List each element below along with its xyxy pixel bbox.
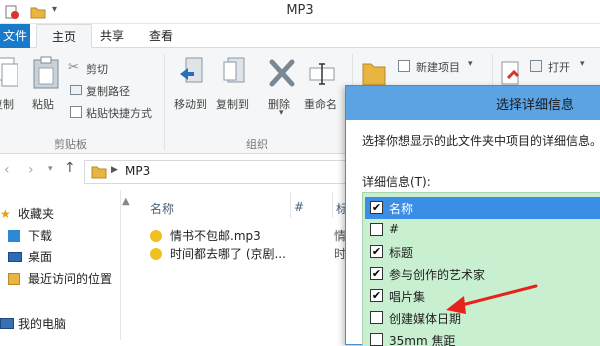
recent-places-icon xyxy=(8,273,20,285)
folder-icon xyxy=(91,166,107,179)
scissors-icon: ✂ xyxy=(68,60,79,75)
window-title: MP3 xyxy=(286,3,314,18)
details-list[interactable]: ✔ 名称 # ✔ 标题 ✔ 参与创作的艺术家 ✔ 唱片集 创建媒体日期 35mm… xyxy=(362,192,600,346)
nav-favorites-label: 收藏夹 xyxy=(18,207,55,221)
audio-file-icon xyxy=(150,230,162,242)
details-item-label: 唱片集 xyxy=(389,290,426,304)
checkbox[interactable] xyxy=(370,311,383,324)
details-item-label: 35mm 焦距 xyxy=(389,334,456,346)
computer-icon xyxy=(0,318,14,329)
open-button[interactable]: 打开 ▾ xyxy=(530,58,600,76)
tab-view[interactable]: 查看 xyxy=(138,24,184,48)
title-bar: ▾ MP3 xyxy=(0,0,600,24)
forward-icon[interactable]: › xyxy=(28,162,34,178)
new-item-button[interactable]: 新建项目 ▾ xyxy=(398,58,488,76)
navigation-pane: ★ 收藏夹 下载 桌面 最近访问的位置 我的电脑 xyxy=(0,196,120,340)
ribbon-tabbar: 文件 主页 共享 查看 xyxy=(0,24,600,48)
paste-icon xyxy=(33,56,59,89)
delete-button[interactable]: 删除 ▾ xyxy=(264,56,300,126)
dialog-title: 选择详细信息 xyxy=(496,98,575,113)
ribbon-separator xyxy=(164,54,165,150)
details-item-focal-length[interactable]: 35mm 焦距 xyxy=(365,329,600,346)
new-folder-large-icon[interactable] xyxy=(362,58,386,86)
file-name: 情书不包邮.mp3 xyxy=(170,229,261,243)
checkbox[interactable]: ✔ xyxy=(370,267,383,280)
tab-file[interactable]: 文件 xyxy=(0,24,30,48)
rename-label: 重命名 xyxy=(304,98,337,111)
checkbox[interactable]: ✔ xyxy=(370,201,383,214)
properties-large-icon[interactable] xyxy=(500,60,524,88)
copy-button[interactable]: 复制 xyxy=(0,56,20,126)
dialog-description: 选择你想显示的此文件夹中项目的详细信息。 xyxy=(362,134,600,148)
checkbox[interactable]: ✔ xyxy=(370,245,383,258)
rename-icon xyxy=(309,63,335,85)
paste-shortcut-button[interactable]: 粘贴快捷方式 xyxy=(68,104,168,122)
up-icon[interactable]: ↑ xyxy=(64,160,76,176)
tab-share[interactable]: 共享 xyxy=(92,24,132,48)
open-icon xyxy=(530,60,542,72)
tab-home[interactable]: 主页 xyxy=(36,24,92,48)
move-to-icon xyxy=(180,57,203,83)
cut-label: 剪切 xyxy=(86,63,108,76)
column-name[interactable]: 名称 xyxy=(150,200,174,217)
nav-desktop-label: 桌面 xyxy=(28,250,53,264)
copy-icon xyxy=(0,57,18,87)
nav-downloads-label: 下载 xyxy=(28,229,53,243)
dialog-title-bar[interactable]: 选择详细信息 xyxy=(346,86,600,120)
back-icon[interactable]: ‹ xyxy=(4,162,10,178)
move-to-button[interactable]: 移动到 xyxy=(172,56,212,126)
paste-label: 粘贴 xyxy=(32,98,54,111)
column-divider[interactable] xyxy=(332,192,333,218)
details-item-number[interactable]: # xyxy=(365,219,600,241)
copy-path-button[interactable]: 复制路径 xyxy=(68,82,158,100)
column-header-row: 名称 # 标 xyxy=(120,192,370,218)
details-item-label: 标题 xyxy=(389,246,414,260)
cut-button[interactable]: ✂ 剪切 xyxy=(68,60,148,78)
downloads-icon xyxy=(8,230,20,242)
new-item-icon xyxy=(398,60,410,72)
copy-path-label: 复制路径 xyxy=(86,85,130,98)
rename-button[interactable]: 重命名 xyxy=(302,56,342,126)
recent-dropdown-icon[interactable]: ▾ xyxy=(48,164,53,174)
checkbox[interactable]: ✔ xyxy=(370,289,383,302)
new-item-dropdown-icon: ▾ xyxy=(468,59,473,69)
nav-recent-label: 最近访问的位置 xyxy=(28,272,113,286)
paste-shortcut-label: 粘贴快捷方式 xyxy=(86,107,152,120)
copy-to-button[interactable]: 复制到 xyxy=(214,56,254,126)
audio-file-icon xyxy=(150,248,162,260)
desktop-icon xyxy=(8,252,22,262)
open-dropdown-icon: ▾ xyxy=(580,59,585,69)
paste-shortcut-icon xyxy=(70,106,82,118)
paste-button[interactable]: 粘贴 xyxy=(28,56,62,126)
new-item-label: 新建项目 xyxy=(416,61,460,74)
breadcrumb-chevron-icon[interactable]: ▶ xyxy=(111,165,118,175)
breadcrumb-current[interactable]: MP3 xyxy=(125,164,150,178)
copy-label: 复制 xyxy=(0,98,14,111)
copy-to-label: 复制到 xyxy=(216,98,249,111)
column-number[interactable]: # xyxy=(294,200,304,214)
annotation-arrow-icon xyxy=(446,284,538,314)
details-item-label: 名称 xyxy=(389,202,414,216)
delete-dropdown-icon[interactable]: ▾ xyxy=(279,108,284,118)
delete-icon xyxy=(269,59,295,87)
column-divider[interactable] xyxy=(290,192,291,218)
copy-path-icon xyxy=(70,85,82,95)
details-item-title[interactable]: ✔ 标题 xyxy=(365,241,600,263)
clipboard-group-label: 剪贴板 xyxy=(54,138,87,151)
copy-to-icon xyxy=(223,57,245,83)
open-label: 打开 xyxy=(548,61,570,74)
details-item-name[interactable]: ✔ 名称 xyxy=(365,197,600,219)
nav-computer-label: 我的电脑 xyxy=(18,317,67,331)
organize-group-label: 组织 xyxy=(246,138,268,151)
details-label: 详细信息(T): xyxy=(362,175,431,189)
details-item-label: # xyxy=(389,222,400,236)
move-to-label: 移动到 xyxy=(174,98,207,111)
file-name: 时间都去哪了 (京剧... xyxy=(170,247,286,261)
star-icon: ★ xyxy=(0,207,11,221)
checkbox[interactable] xyxy=(370,223,383,236)
